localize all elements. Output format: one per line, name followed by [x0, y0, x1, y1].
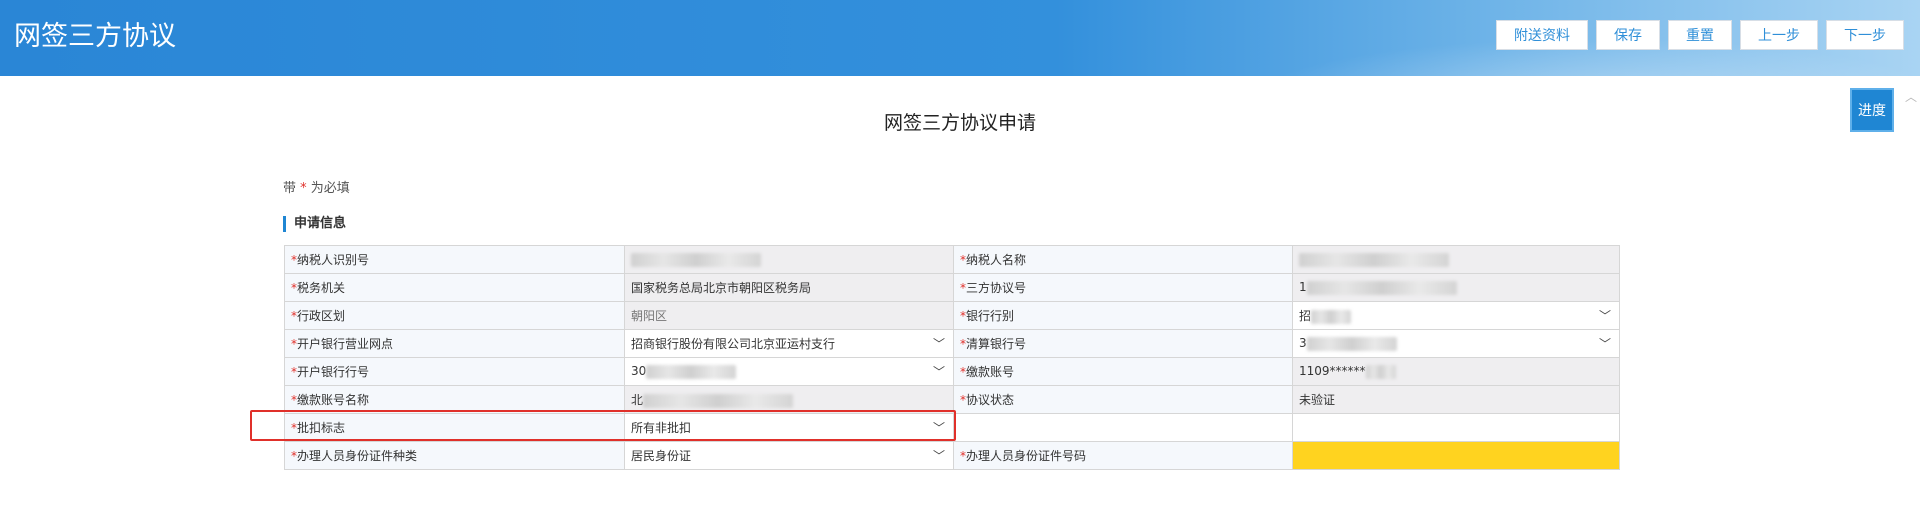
- form-row: *行政区划 朝阳区 *银行行别 招 ﹀: [284, 301, 1620, 330]
- empty-cell: [953, 413, 1293, 442]
- app-header: 网签三方协议 附送资料 保存 重置 上一步 下一步: [0, 0, 1920, 76]
- redacted-value: [1311, 309, 1352, 324]
- taxpayer-id-field[interactable]: [624, 245, 954, 274]
- redacted-value: [1306, 336, 1397, 351]
- redacted-value: [1299, 252, 1449, 267]
- id-number-input[interactable]: [1292, 441, 1620, 470]
- clearing-bank-label: *清算银行号: [953, 329, 1293, 358]
- agreement-status-field[interactable]: 未验证: [1292, 385, 1620, 414]
- form-row: *办理人员身份证件种类 居民身份证 ﹀ *办理人员身份证件号码: [284, 441, 1620, 470]
- account-name-label: *缴款账号名称: [284, 385, 625, 414]
- attach-materials-button[interactable]: 附送资料: [1496, 20, 1588, 50]
- section-title: 申请信息: [283, 216, 346, 232]
- form-row: *开户银行行号 30 ﹀ *缴款账号 1109******: [284, 357, 1620, 386]
- bank-type-select[interactable]: 招 ﹀: [1292, 301, 1620, 330]
- agreement-no-label: *三方协议号: [953, 273, 1293, 302]
- required-note-prefix: 带: [283, 181, 297, 196]
- tax-office-label: *税务机关: [284, 273, 625, 302]
- reset-button[interactable]: 重置: [1668, 20, 1732, 50]
- district-label: *行政区划: [284, 301, 625, 330]
- redacted-value: [1306, 280, 1457, 295]
- scroll-up-icon[interactable]: ︿: [1905, 88, 1917, 104]
- payment-account-field[interactable]: 1109******: [1292, 357, 1620, 386]
- next-step-button[interactable]: 下一步: [1826, 20, 1904, 50]
- chevron-down-icon: ﹀: [932, 337, 945, 351]
- save-button[interactable]: 保存: [1596, 20, 1660, 50]
- toolbar: 附送资料 保存 重置 上一步 下一步: [1496, 20, 1904, 50]
- form-row: *纳税人识别号 *纳税人名称: [284, 245, 1620, 274]
- form-row: *批扣标志 所有非批扣 ﹀: [284, 413, 1620, 442]
- id-type-select[interactable]: 居民身份证 ﹀: [624, 441, 954, 470]
- bank-no-label: *开户银行行号: [284, 357, 625, 386]
- redacted-value: [631, 252, 761, 267]
- chevron-down-icon: ﹀: [1598, 309, 1611, 323]
- app-title: 网签三方协议: [14, 21, 176, 52]
- chevron-down-icon: ﹀: [932, 421, 945, 435]
- chevron-down-icon: ﹀: [932, 449, 945, 463]
- page-title: 网签三方协议申请: [883, 112, 1036, 134]
- form-row: *开户银行营业网点 招商银行股份有限公司北京亚运村支行 ﹀ *清算银行号 3 ﹀: [284, 329, 1620, 358]
- application-form: *纳税人识别号 *纳税人名称 *税务机关 国家税务总局北京市朝阳区税务局 *三方…: [284, 245, 1620, 470]
- bank-no-select[interactable]: 30 ﹀: [624, 357, 954, 386]
- id-type-label: *办理人员身份证件种类: [284, 441, 625, 470]
- id-number-label: *办理人员身份证件号码: [953, 441, 1293, 470]
- agreement-no-field[interactable]: 1: [1292, 273, 1620, 302]
- account-name-field[interactable]: 北: [624, 385, 954, 414]
- agreement-status-label: *协议状态: [953, 385, 1293, 414]
- bank-branch-label: *开户银行营业网点: [284, 329, 625, 358]
- previous-step-button[interactable]: 上一步: [1740, 20, 1818, 50]
- required-note-suffix: 为必填: [310, 181, 350, 196]
- redacted-value: [646, 364, 737, 379]
- tax-office-field[interactable]: 国家税务总局北京市朝阳区税务局: [624, 273, 954, 302]
- form-row: *税务机关 国家税务总局北京市朝阳区税务局 *三方协议号 1: [284, 273, 1620, 302]
- taxpayer-name-label: *纳税人名称: [953, 245, 1293, 274]
- empty-cell: [1292, 413, 1620, 442]
- batch-flag-select[interactable]: 所有非批扣 ﹀: [624, 413, 954, 442]
- clearing-bank-select[interactable]: 3 ﹀: [1292, 329, 1620, 358]
- bank-branch-select[interactable]: 招商银行股份有限公司北京亚运村支行 ﹀: [624, 329, 954, 358]
- batch-flag-label: *批扣标志: [284, 413, 625, 442]
- taxpayer-id-label: *纳税人识别号: [284, 245, 625, 274]
- district-field[interactable]: 朝阳区: [624, 301, 954, 330]
- bank-type-label: *银行行别: [953, 301, 1293, 330]
- redacted-value: [1365, 364, 1396, 379]
- taxpayer-name-field[interactable]: [1292, 245, 1620, 274]
- chevron-down-icon: ﹀: [1598, 337, 1611, 351]
- form-row: *缴款账号名称 北 *协议状态 未验证: [284, 385, 1620, 414]
- chevron-down-icon: ﹀: [932, 365, 945, 379]
- required-note: 带 * 为必填: [283, 177, 350, 196]
- required-star: *: [300, 181, 307, 196]
- payment-account-label: *缴款账号: [953, 357, 1293, 386]
- redacted-value: [643, 393, 794, 408]
